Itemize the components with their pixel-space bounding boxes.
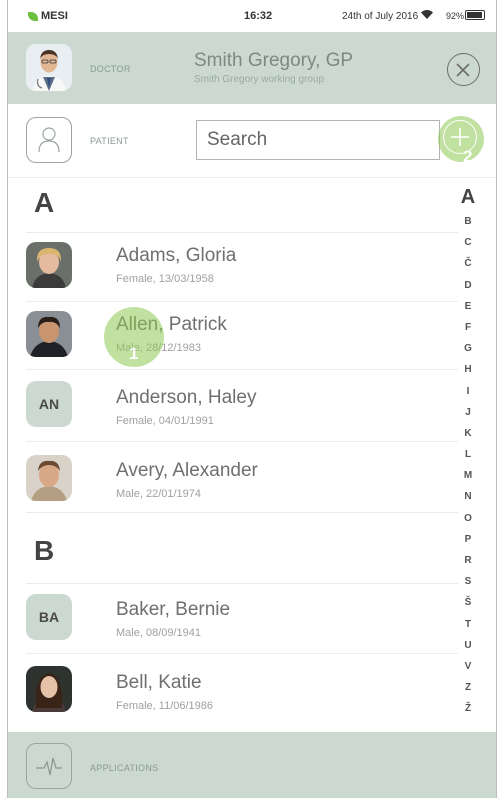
- patient-row[interactable]: AN Anderson, Haley Female, 04/01/1991: [8, 370, 458, 438]
- battery-percent: 92%: [446, 11, 465, 21]
- add-patient-button[interactable]: [438, 116, 484, 162]
- index-letter[interactable]: F: [454, 317, 482, 338]
- patient-icon[interactable]: [26, 117, 72, 163]
- patient-name: Anderson, Haley: [116, 387, 257, 408]
- doctor-group: Smith Gregory working group: [194, 74, 325, 85]
- index-letter[interactable]: Š: [454, 592, 482, 613]
- carrier: MESI: [28, 10, 68, 22]
- alphabet-index[interactable]: ABCČDEFGHIJKLMNOPRSŠTUVZŽ: [454, 183, 482, 720]
- patient-avatar: [26, 666, 72, 712]
- index-letter[interactable]: L: [454, 444, 482, 465]
- index-letter[interactable]: I: [454, 381, 482, 402]
- doctor-name: Smith Gregory, GP: [194, 50, 354, 71]
- touch-marker-label: 1: [129, 344, 139, 363]
- patient-name: Avery, Alexander: [116, 460, 258, 481]
- patient-initials-avatar: AN: [26, 381, 72, 427]
- battery-icon: [465, 10, 485, 20]
- app-frame: MESI 16:32 24th of July 2016 92% DOCTOR: [7, 0, 497, 798]
- carrier-label: MESI: [41, 10, 68, 22]
- index-letter[interactable]: N: [454, 486, 482, 507]
- index-letter[interactable]: Ž: [454, 698, 482, 719]
- patient-info: Female, 13/03/1958: [116, 273, 214, 285]
- index-letter[interactable]: D: [454, 275, 482, 296]
- index-letter[interactable]: O: [454, 508, 482, 529]
- applications-label: APPLICATIONS: [90, 763, 159, 773]
- index-letter[interactable]: S: [454, 571, 482, 592]
- patient-role-label: PATIENT: [90, 136, 129, 146]
- patient-avatar: [26, 455, 72, 501]
- patient-info: Female, 11/06/1986: [116, 700, 214, 712]
- status-bar: MESI 16:32 24th of July 2016 92%: [8, 0, 496, 32]
- search-input[interactable]: [196, 120, 440, 160]
- status-time: 16:32: [244, 10, 273, 22]
- patient-search-bar: PATIENT 2: [8, 104, 496, 178]
- touch-marker-label: 2: [463, 147, 473, 166]
- index-letter[interactable]: R: [454, 550, 482, 571]
- index-letter[interactable]: B: [454, 211, 482, 232]
- index-letter[interactable]: Č: [454, 253, 482, 274]
- index-letter[interactable]: U: [454, 635, 482, 656]
- close-icon[interactable]: [447, 53, 480, 86]
- doctor-avatar[interactable]: [26, 44, 72, 91]
- index-letter[interactable]: H: [454, 359, 482, 380]
- patient-info: Male, 08/09/1941: [116, 627, 202, 639]
- index-letter[interactable]: M: [454, 465, 482, 486]
- patient-row[interactable]: BA Baker, Bernie Male, 08/09/1941: [8, 584, 458, 652]
- section-header-a: A: [34, 187, 55, 218]
- patient-name: Baker, Bernie: [116, 599, 231, 620]
- applications-bar: APPLICATIONS: [8, 732, 496, 798]
- patient-info: Female, 04/01/1991: [116, 415, 214, 427]
- patient-initials-avatar: BA: [26, 594, 72, 640]
- patient-row[interactable]: Bell, Katie Female, 11/06/1986: [8, 654, 458, 722]
- index-letter[interactable]: K: [454, 423, 482, 444]
- patient-row[interactable]: Avery, Alexander Male, 22/01/1974: [8, 442, 458, 510]
- doctor-header: DOCTOR Smith Gregory, GP Smith Gregory w…: [8, 32, 496, 104]
- patient-avatar: [26, 311, 72, 357]
- patient-info: Male, 22/01/1974: [116, 488, 202, 500]
- index-letter[interactable]: G: [454, 338, 482, 359]
- patient-name: Bell, Katie: [116, 672, 202, 693]
- index-letter[interactable]: J: [454, 402, 482, 423]
- index-letter[interactable]: Z: [454, 677, 482, 698]
- section-header-b: B: [34, 535, 55, 566]
- patient-row[interactable]: Adams, Gloria Female, 13/03/1958: [8, 233, 458, 301]
- leaf-icon: [28, 11, 38, 21]
- index-letter[interactable]: E: [454, 296, 482, 317]
- wifi-icon: [420, 9, 434, 23]
- patient-avatar: [26, 242, 72, 288]
- index-letter[interactable]: P: [454, 529, 482, 550]
- doctor-role-label: DOCTOR: [90, 64, 131, 74]
- status-date: 24th of July 2016: [342, 11, 419, 22]
- divider: [26, 512, 458, 513]
- patient-name: Adams, Gloria: [116, 245, 237, 266]
- index-letter[interactable]: T: [454, 614, 482, 635]
- index-letter[interactable]: A: [454, 183, 482, 211]
- index-letter[interactable]: C: [454, 232, 482, 253]
- patient-row[interactable]: Allen, Patrick Male, 28/12/1983: [8, 302, 458, 370]
- pulse-icon[interactable]: [26, 743, 72, 789]
- index-letter[interactable]: V: [454, 656, 482, 677]
